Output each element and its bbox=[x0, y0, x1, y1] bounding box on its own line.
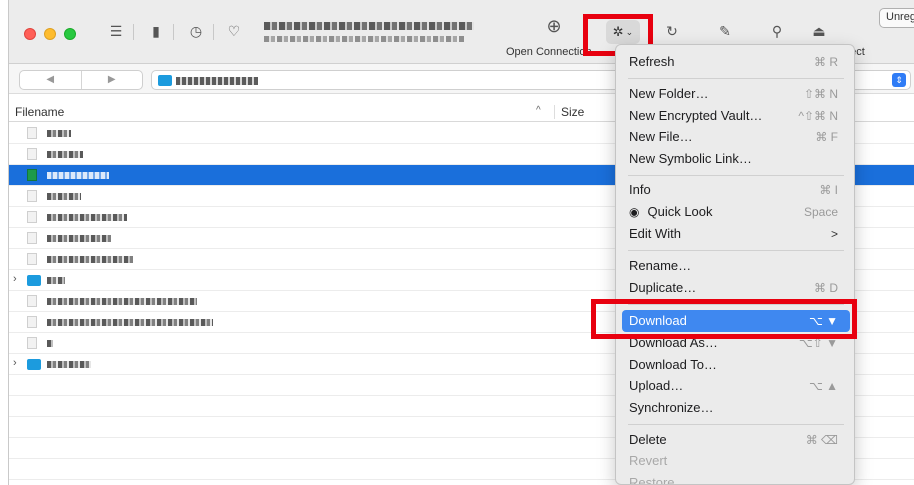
path-redacted bbox=[176, 77, 258, 85]
popup-arrow-icon[interactable]: ⇕ bbox=[892, 73, 906, 87]
bookmarks-icon[interactable]: ▮ bbox=[145, 20, 167, 42]
file-icon bbox=[27, 211, 37, 223]
folder-icon bbox=[27, 359, 41, 370]
refresh-icon[interactable]: ↻ bbox=[661, 20, 683, 42]
filename-redacted bbox=[47, 172, 109, 179]
app-window: ☰ ▮ ◷ ♡ ⊕ Open Connection ✲⌄ ↻ ✎ ⚲ ⏏ nec… bbox=[8, 0, 914, 485]
menu-item-info[interactable]: Info ⌘ I bbox=[622, 179, 850, 201]
history-icon[interactable]: ◷ bbox=[185, 20, 207, 42]
file-icon bbox=[27, 190, 37, 202]
menu-separator bbox=[628, 175, 844, 176]
filename-redacted bbox=[47, 151, 83, 158]
menu-separator bbox=[628, 250, 844, 251]
foldername-redacted bbox=[47, 277, 65, 284]
file-icon bbox=[27, 127, 37, 139]
file-icon bbox=[27, 295, 37, 307]
menu-item-new-folder[interactable]: New Folder… ⇧⌘ N bbox=[622, 83, 850, 105]
filename-redacted bbox=[47, 319, 213, 326]
eye-icon: ◉ bbox=[629, 205, 640, 219]
edit-icon[interactable]: ✎ bbox=[714, 20, 736, 42]
menu-item-revert: Revert bbox=[629, 453, 668, 468]
menu-item-new-symbolic-link[interactable]: New Symbolic Link… bbox=[622, 148, 850, 170]
menu-item-download-to[interactable]: Download To… bbox=[622, 354, 850, 376]
disclosure-triangle-icon[interactable]: › bbox=[13, 273, 17, 285]
file-icon bbox=[27, 148, 37, 160]
disconnect-icon[interactable]: ⏏ bbox=[808, 20, 830, 42]
menu-separator bbox=[628, 424, 844, 425]
size-column-header[interactable]: Size bbox=[554, 105, 584, 119]
menu-item-duplicate[interactable]: Duplicate… ⌘ D bbox=[622, 277, 850, 299]
menu-item-delete[interactable]: Delete ⌘ ⌫ bbox=[622, 429, 850, 451]
unregistered-badge[interactable]: Unreg bbox=[879, 8, 914, 28]
file-icon bbox=[27, 253, 37, 265]
filename-redacted bbox=[47, 340, 53, 347]
menu-item-synchronize[interactable]: Synchronize… bbox=[622, 397, 850, 419]
download-highlight-annotation bbox=[591, 299, 857, 339]
window-title-redacted bbox=[264, 22, 474, 30]
menu-item-new-file[interactable]: New File… ⌘ F bbox=[622, 126, 850, 148]
filename-redacted bbox=[47, 193, 81, 200]
filename-redacted bbox=[47, 298, 197, 305]
file-icon bbox=[27, 316, 37, 328]
menu-item-rename[interactable]: Rename… bbox=[622, 255, 850, 277]
folder-icon bbox=[27, 275, 41, 286]
window-subtitle-redacted bbox=[264, 36, 464, 42]
folder-icon bbox=[158, 75, 172, 86]
bonjour-icon[interactable]: ♡ bbox=[223, 20, 245, 42]
close-window-button[interactable] bbox=[24, 28, 36, 40]
spreadsheet-icon bbox=[27, 169, 37, 181]
search-icon[interactable]: ⚲ bbox=[766, 20, 788, 42]
action-context-menu: Refresh ⌘ R New Folder… ⇧⌘ N New Encrypted… bbox=[615, 44, 855, 485]
sort-ascending-icon: ^ bbox=[536, 105, 541, 116]
foldername-redacted bbox=[47, 361, 91, 368]
menu-item-refresh[interactable]: Refresh ⌘ R bbox=[622, 51, 850, 73]
filename-redacted bbox=[47, 235, 111, 242]
filename-redacted bbox=[47, 256, 133, 263]
menu-item-edit-with[interactable]: Edit With > bbox=[622, 223, 850, 245]
outline-view-icon[interactable]: ☰ bbox=[105, 20, 127, 42]
menu-item-restore: Restore bbox=[629, 475, 675, 485]
open-connection-icon[interactable]: ⊕ bbox=[542, 16, 566, 40]
navigation-segmented-control: ◀ ▶ bbox=[19, 70, 143, 90]
menu-item-upload[interactable]: Upload… ⌥ ▲ bbox=[622, 375, 850, 397]
forward-arrow-icon[interactable]: ▶ bbox=[82, 71, 143, 89]
toolbar-divider bbox=[213, 24, 214, 40]
menu-item-new-encrypted-vault[interactable]: New Encrypted Vault… ^⇧⌘ N bbox=[622, 105, 850, 127]
back-arrow-icon[interactable]: ◀ bbox=[20, 71, 82, 89]
filename-column-header[interactable]: Filename bbox=[15, 105, 64, 119]
minimize-window-button[interactable] bbox=[44, 28, 56, 40]
filename-redacted bbox=[47, 214, 127, 221]
toolbar-divider bbox=[173, 24, 174, 40]
file-icon bbox=[27, 232, 37, 244]
zoom-window-button[interactable] bbox=[64, 28, 76, 40]
file-icon bbox=[27, 337, 37, 349]
toolbar-divider bbox=[133, 24, 134, 40]
disclosure-triangle-icon[interactable]: › bbox=[13, 357, 17, 369]
menu-item-quick-look[interactable]: ◉ Quick Look Space bbox=[622, 201, 850, 223]
menu-separator bbox=[628, 78, 844, 79]
filename-redacted bbox=[47, 130, 71, 137]
